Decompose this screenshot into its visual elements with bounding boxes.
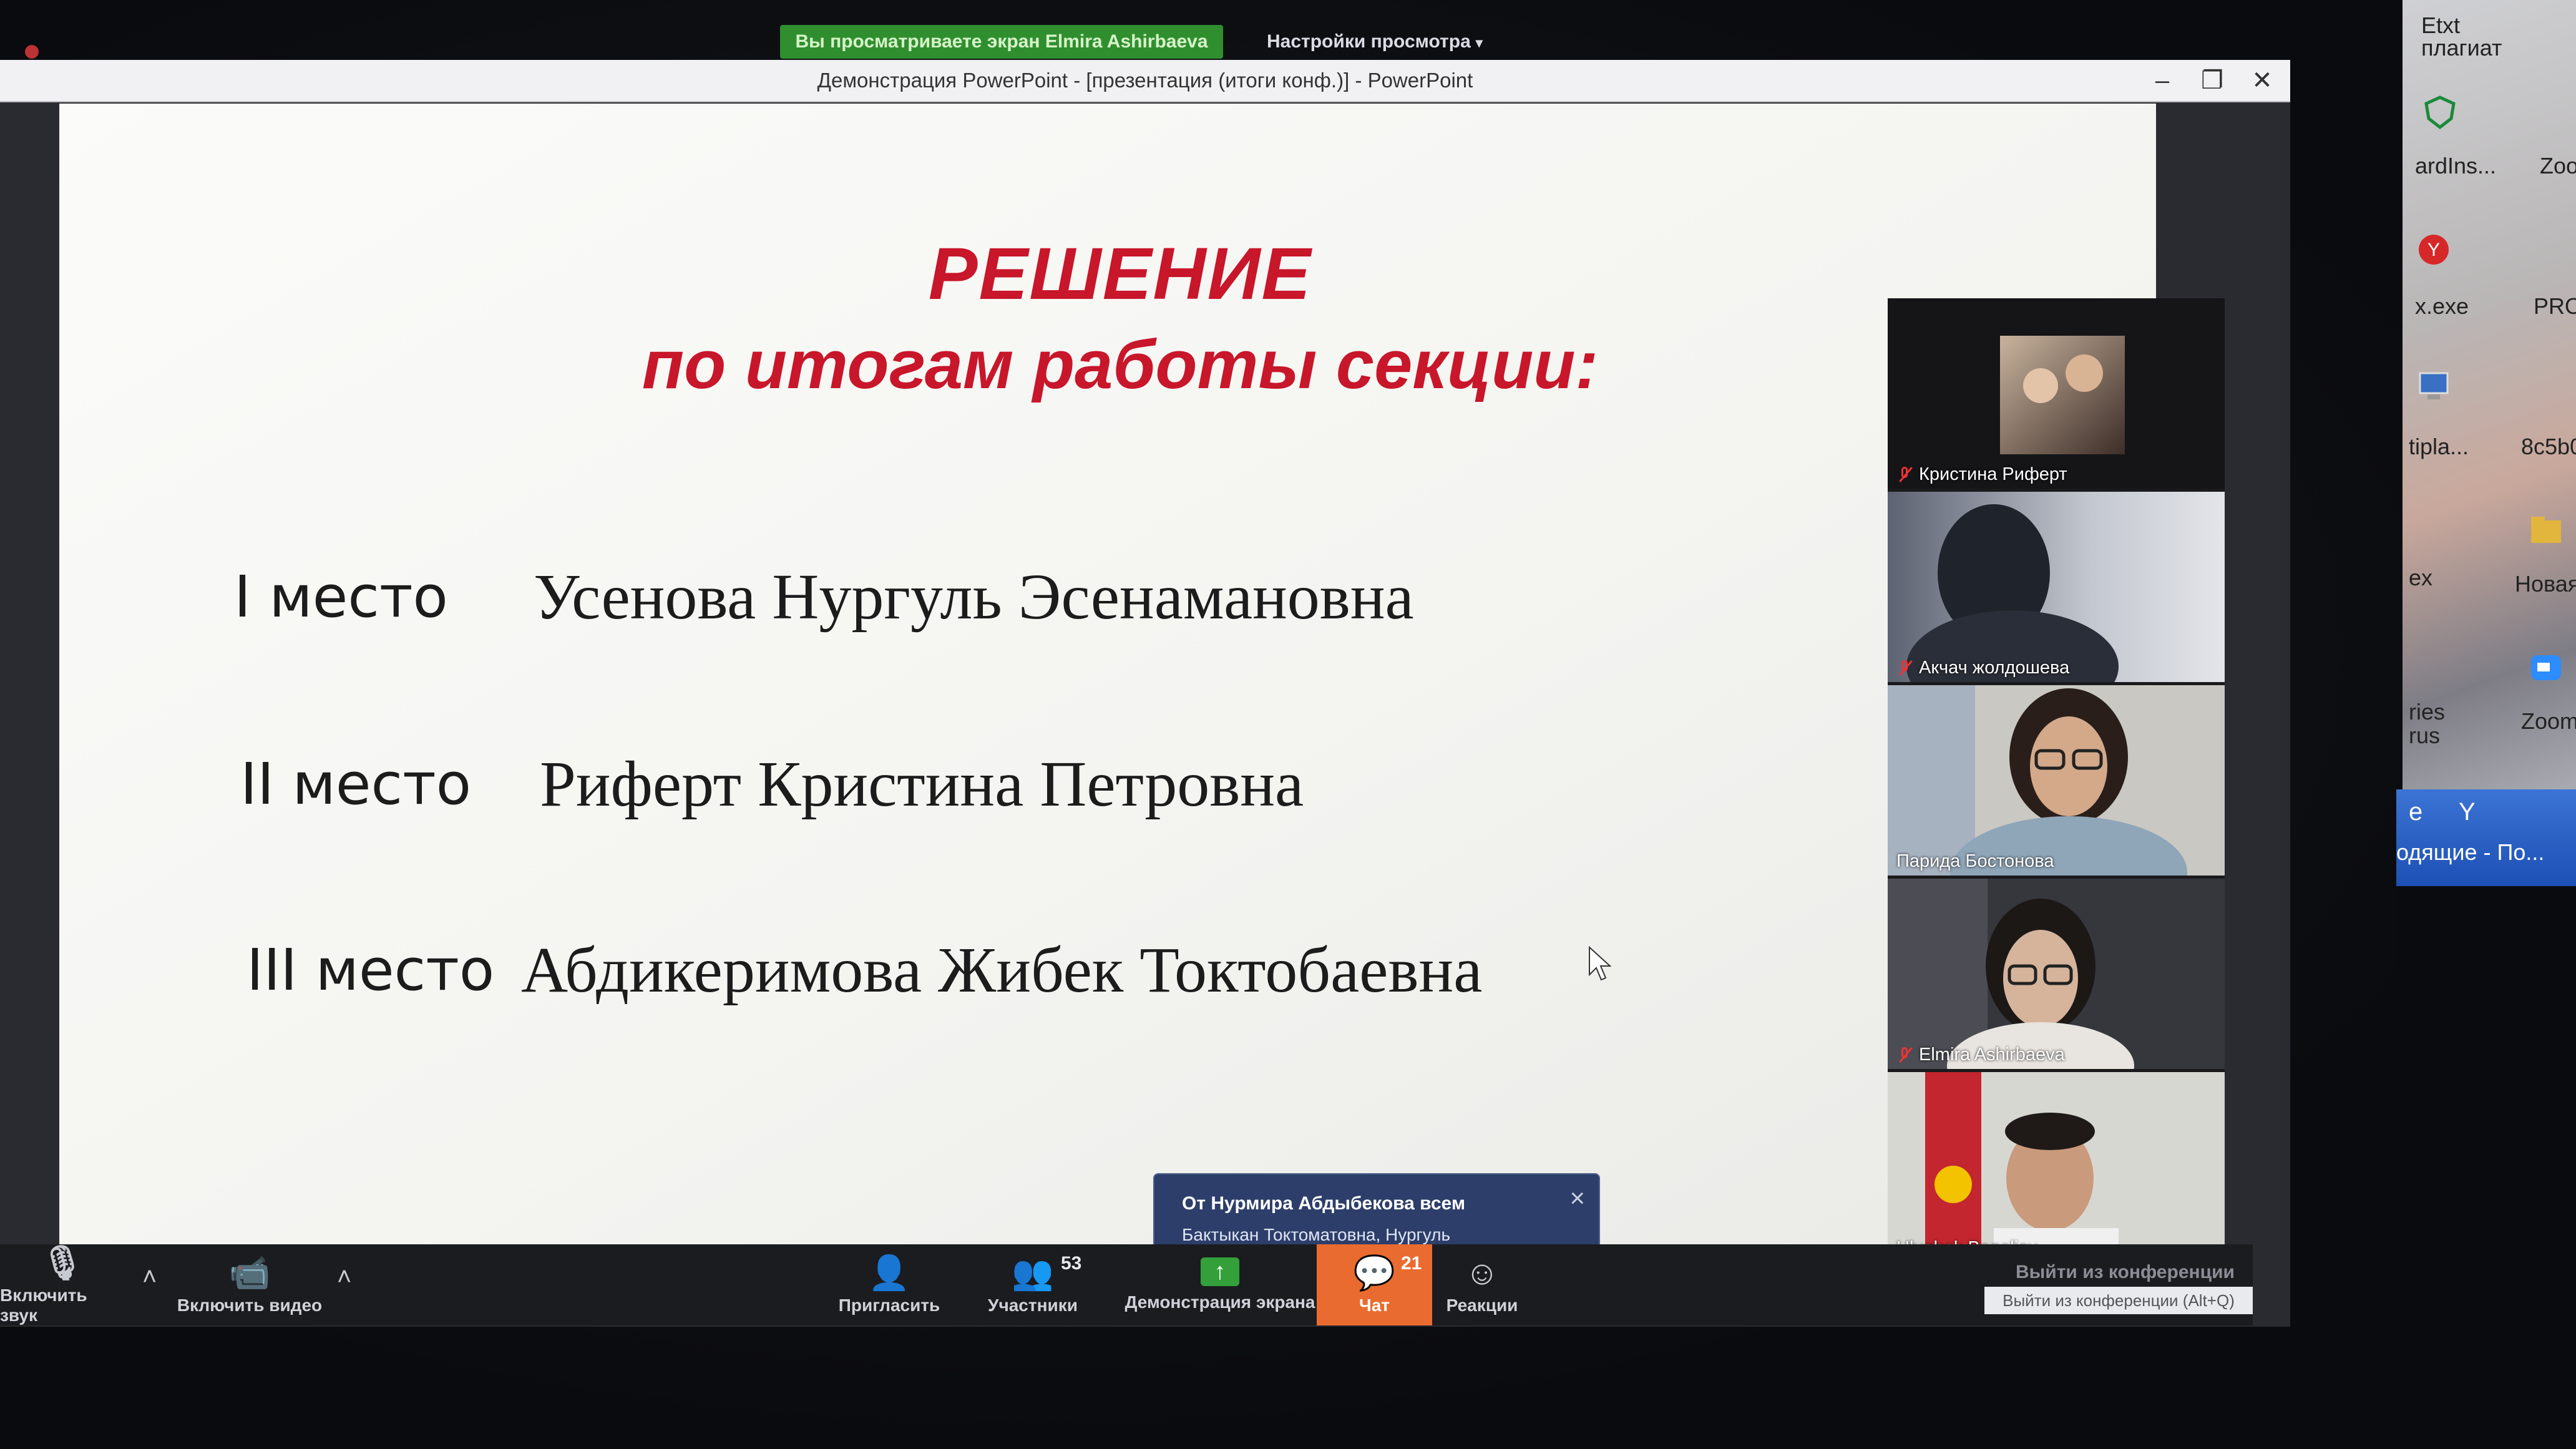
participant-video (1888, 1072, 2225, 1262)
reactions-label: Реакции (1446, 1295, 1518, 1315)
zoom-app-icon (2531, 655, 2561, 680)
computer-icon (2419, 372, 2449, 399)
svg-text:Y: Y (2427, 240, 2440, 260)
participant-video (1888, 879, 2225, 1069)
unmute-label: Включить звук (0, 1286, 87, 1325)
place-winner-name: Риферт Кристина Петровна (540, 748, 1304, 820)
participant-video (1888, 685, 2225, 876)
place-label: I место (234, 563, 448, 630)
place-row-1: I место Усенова Нургуль Эсенамановна (234, 553, 1414, 640)
zoom-toolbar: 🎙 Включить звук ˄ 📹 Включить видео ˄ 👤 П… (0, 1244, 2253, 1325)
share-screen-icon: ↑ (1201, 1257, 1239, 1286)
place-row-2: II место Риферт Кристина Петровна (240, 740, 1304, 827)
chat-count: 21 (1401, 1253, 1422, 1274)
unmute-button[interactable]: 🎙 Включить звук (0, 1244, 125, 1325)
leave-tooltip: Выйти из конференции (Alt+Q) (1984, 1287, 2253, 1314)
leave-meeting-button[interactable]: Выйти из конференции Выйти из конференци… (1984, 1256, 2253, 1318)
place-label: II место (240, 750, 471, 817)
mic-muted-icon (1896, 466, 1913, 484)
yandex-icon: Y (2419, 235, 2449, 265)
desktop-icon-label[interactable]: Новая (2515, 571, 2576, 597)
taskbar-item-label[interactable]: одящие - По... (2396, 839, 2544, 866)
participants-icon: 👥 (1012, 1254, 1054, 1292)
participant-name: Elmira Ashirbaeva (1919, 1045, 2065, 1065)
participant-name-label: Кристина Риферт (1896, 464, 2067, 485)
desktop-background: Etxt плагиат ardIns... Zoo Y x.exe PRO t… (2403, 0, 2576, 886)
chat-button[interactable]: 💬 Чат 21 (1317, 1244, 1432, 1325)
participant-name: Кристина Риферт (1919, 464, 2067, 484)
chevron-up-icon[interactable]: ˄ (337, 1263, 351, 1291)
chat-label: Чат (1359, 1295, 1390, 1315)
invite-button[interactable]: 👤 Пригласить (830, 1244, 949, 1325)
dark-bezel (2396, 886, 2576, 1449)
window-title: Демонстрация PowerPoint - [презентация (… (817, 69, 1473, 92)
presentation-slide: РЕШЕНИЕ по итогам работы секции: I место… (59, 104, 2156, 1264)
participant-tile[interactable]: Кристина Риферт (1888, 298, 2225, 489)
place-label: III место (246, 936, 495, 1003)
chevron-up-icon[interactable]: ˄ (142, 1263, 157, 1291)
participant-name: Акчач жолдошева (1919, 658, 2070, 678)
participant-name-label: Акчач жолдошева (1896, 658, 2069, 678)
view-settings-menu[interactable]: Настройки просмотра ▾ (1267, 31, 1483, 52)
invite-label: Пригласить (838, 1295, 940, 1315)
participant-tile[interactable]: Парида Бостонова (1888, 685, 2225, 876)
folder-icon (2531, 517, 2561, 543)
mouse-cursor-icon (1589, 946, 1612, 981)
add-user-icon: 👤 (868, 1254, 910, 1292)
minimize-button[interactable]: – (2140, 65, 2184, 96)
view-settings-label: Настройки просмотра (1267, 31, 1471, 52)
place-row-3: III место Абдикеримова Жибек Токтобаевна (246, 926, 1482, 1013)
place-winner-name: Усенова Нургуль Эсенамановна (534, 560, 1414, 633)
chat-bubble-icon: 💬 (1353, 1254, 1396, 1292)
mic-muted-icon (1896, 659, 1913, 678)
close-button[interactable]: ✕ (2240, 65, 2284, 96)
desktop-icon-label[interactable]: 8c5b0 (2521, 434, 2576, 460)
video-off-icon: 📹 (228, 1254, 271, 1292)
mic-muted-icon: 🎙 (41, 1244, 84, 1282)
participant-tile[interactable]: Ulugbek Begaliev (1888, 1072, 2225, 1262)
share-screen-button[interactable]: ↑ Демонстрация экрана (1123, 1244, 1317, 1325)
powerpoint-titlebar: Демонстрация PowerPoint - [презентация (… (0, 60, 2290, 102)
leave-label: Выйти из конференции (2016, 1262, 2235, 1282)
participant-tile[interactable]: Акчач жолдошева (1888, 492, 2225, 682)
reactions-button[interactable]: ☺ Реакции (1435, 1244, 1529, 1325)
mic-muted-icon (1896, 1046, 1913, 1065)
chevron-down-icon: ▾ (1475, 35, 1483, 51)
start-video-button[interactable]: 📹 Включить видео (175, 1244, 324, 1325)
screen-share-banner: Вы просматриваете экран Elmira Ashirbaev… (780, 25, 1223, 59)
desktop-icon-label[interactable]: плагиат (2421, 35, 2576, 61)
participants-label: Участники (988, 1295, 1078, 1315)
restore-button[interactable]: ❐ (2190, 65, 2234, 96)
smiley-icon: ☺ (1465, 1254, 1500, 1292)
powerpoint-window: Демонстрация PowerPoint - [презентация (… (0, 60, 2290, 1327)
record-indicator (25, 45, 39, 59)
participant-tile[interactable]: Elmira Ashirbaeva (1888, 879, 2225, 1069)
participant-video (1888, 298, 2225, 489)
desktop-icon-label[interactable]: Zoom (2521, 708, 2576, 734)
close-icon[interactable]: × (1569, 1183, 1585, 1213)
chat-sender: От Нурмира Абдыбекова всем (1182, 1193, 1466, 1214)
participants-count: 53 (1061, 1253, 1082, 1274)
participant-video (1888, 492, 2225, 682)
share-screen-label: Демонстрация экрана (1125, 1292, 1315, 1312)
desktop-icon-label[interactable]: PRO (2534, 293, 2576, 320)
yandex-icon[interactable]: Y (2459, 798, 2476, 826)
place-winner-name: Абдикеримова Жибек Токтобаевна (521, 934, 1483, 1006)
windows-taskbar: e Y одящие - По... (2396, 789, 2576, 886)
participant-name: Парида Бостонова (1896, 851, 2054, 871)
shield-icon (2424, 95, 2456, 130)
ie-icon[interactable]: e (2409, 798, 2422, 826)
participants-button[interactable]: 👥 Участники 53 (973, 1244, 1092, 1325)
start-video-label: Включить видео (177, 1295, 323, 1315)
slide-subtitle: по итогам работы секции: (642, 326, 1599, 403)
participants-gallery: Кристина Риферт Акчач жолдошева Парида Б… (1888, 298, 2225, 1266)
slide-title: РЕШЕНИЕ (928, 233, 1312, 315)
desktop-icon-label[interactable]: Zoo (2540, 153, 2576, 179)
participant-name-label: Парида Бостонова (1896, 851, 2054, 872)
participant-name-label: Elmira Ashirbaeva (1896, 1045, 2065, 1065)
